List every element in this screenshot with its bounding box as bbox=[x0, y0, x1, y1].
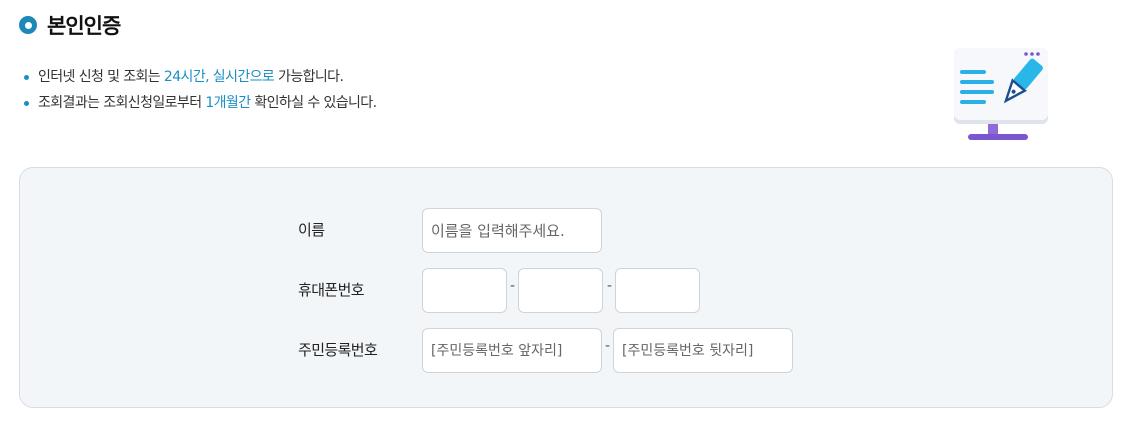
section-header: 본인인증 bbox=[19, 10, 121, 40]
note-item: 조회결과는 조회신청일로부터 1개월간 확인하실 수 있습니다. bbox=[22, 90, 377, 116]
phone-separator: - bbox=[607, 278, 613, 294]
note-highlight: 1개월간 bbox=[205, 95, 251, 111]
rrn-back-input[interactable] bbox=[613, 328, 793, 373]
rrn-front-input[interactable] bbox=[422, 328, 602, 373]
document-pen-monitor-icon bbox=[954, 48, 1048, 140]
phone-part3-input[interactable] bbox=[615, 268, 700, 313]
name-label: 이름 bbox=[298, 221, 325, 239]
page-title: 본인인증 bbox=[47, 14, 121, 38]
phone-part2-input[interactable] bbox=[518, 268, 603, 313]
note-item: 인터넷 신청 및 조회는 24시간, 실시간으로 가능합니다. bbox=[22, 64, 376, 90]
rrn-label: 주민등록번호 bbox=[298, 341, 378, 359]
name-input[interactable] bbox=[422, 208, 602, 253]
circle-bullet-icon bbox=[19, 16, 37, 34]
identity-form: 이름 휴대폰번호 - - 주민등록번호 - bbox=[19, 167, 1113, 408]
phone-label: 휴대폰번호 bbox=[298, 281, 365, 299]
info-notes: 인터넷 신청 및 조회는 24시간, 실시간으로 가능합니다. 조회결과는 조회… bbox=[22, 64, 377, 116]
phone-part1-input[interactable] bbox=[422, 268, 507, 313]
note-highlight: 24시간, 실시간으로 bbox=[163, 69, 275, 85]
rrn-separator: - bbox=[605, 338, 611, 354]
phone-separator: - bbox=[510, 278, 516, 294]
